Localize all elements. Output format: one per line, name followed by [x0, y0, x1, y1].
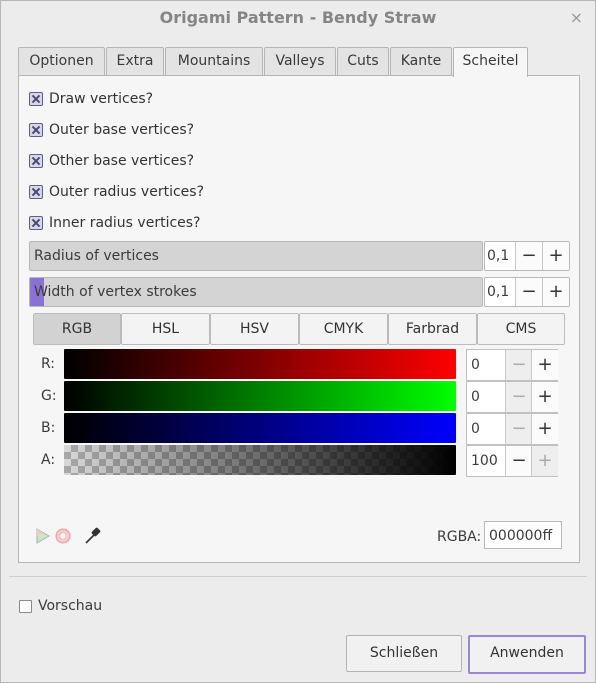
- tab-extra[interactable]: Extra: [106, 47, 164, 75]
- minus-icon[interactable]: −: [505, 414, 532, 444]
- minus-icon[interactable]: −: [505, 350, 532, 380]
- spinbox-value[interactable]: 0: [471, 414, 480, 444]
- plus-icon[interactable]: +: [542, 242, 569, 270]
- alpha-channel-spinbox[interactable]: 100 − +: [466, 445, 558, 477]
- radius-of-vertices-slider[interactable]: Radius of vertices: [29, 241, 483, 271]
- plus-icon[interactable]: +: [531, 446, 558, 476]
- green-channel-slider[interactable]: [64, 381, 456, 411]
- color-tools: [35, 526, 125, 554]
- window-title: Origami Pattern - Bendy Straw: [159, 8, 437, 27]
- mode-tab-cms[interactable]: CMS: [477, 313, 565, 345]
- red-channel-slider[interactable]: [64, 349, 456, 379]
- red-channel-spinbox[interactable]: 0 − +: [466, 349, 558, 381]
- plus-icon[interactable]: +: [531, 350, 558, 380]
- spinbox-value[interactable]: 0: [471, 350, 480, 380]
- checkbox-label: Draw vertices?: [49, 91, 154, 107]
- minus-icon[interactable]: −: [505, 446, 532, 476]
- plus-icon[interactable]: +: [531, 414, 558, 444]
- tab-optionen[interactable]: Optionen: [18, 47, 105, 75]
- checkbox-label: Outer base vertices?: [49, 122, 195, 138]
- width-of-vertex-strokes-slider[interactable]: Width of vertex strokes: [29, 277, 483, 307]
- mode-tab-hsl[interactable]: HSL: [121, 313, 210, 345]
- checkbox-unchecked-icon[interactable]: [19, 600, 32, 613]
- tab-valleys[interactable]: Valleys: [264, 47, 336, 75]
- tab-scheitel[interactable]: Scheitel: [453, 47, 528, 77]
- tab-page-scheitel: Draw vertices? Outer base vertices? Othe…: [18, 75, 580, 563]
- separator: [9, 576, 587, 577]
- plus-icon[interactable]: +: [531, 382, 558, 412]
- apply-button[interactable]: Anwenden: [468, 635, 586, 674]
- slider-label: Width of vertex strokes: [34, 284, 197, 300]
- rgba-label: RGBA:: [437, 529, 482, 545]
- slider-label: Radius of vertices: [34, 248, 159, 264]
- checkbox-checked-icon[interactable]: [29, 92, 43, 106]
- out-of-gamut-icon: [55, 528, 71, 544]
- color-tools-icons: [36, 527, 101, 544]
- minus-icon[interactable]: −: [515, 242, 542, 270]
- checkbox-checked-icon[interactable]: [29, 154, 43, 168]
- spinbox-value[interactable]: 0: [471, 382, 480, 412]
- checkbox-label: Inner radius vertices?: [49, 215, 201, 231]
- checkbox-checked-icon[interactable]: [29, 185, 43, 199]
- preview-label: Vorschau: [38, 598, 103, 614]
- green-channel-spinbox[interactable]: 0 − +: [466, 381, 558, 413]
- tab-kante[interactable]: Kante: [390, 47, 452, 75]
- blue-channel-slider[interactable]: [64, 413, 456, 443]
- mode-tab-farbrad[interactable]: Farbrad: [388, 313, 477, 345]
- close-button[interactable]: Schließen: [346, 635, 462, 672]
- spinbox-value[interactable]: 0,1: [487, 278, 509, 306]
- tab-mountains[interactable]: Mountains: [165, 47, 263, 75]
- tab-cuts[interactable]: Cuts: [337, 47, 389, 75]
- checkbox-checked-icon[interactable]: [29, 216, 43, 230]
- checkbox-checked-icon[interactable]: [29, 123, 43, 137]
- radius-of-vertices-spinbox[interactable]: 0,1 − +: [484, 241, 570, 271]
- mode-tab-cmyk[interactable]: CMYK: [299, 313, 388, 345]
- alpha-channel-slider[interactable]: [64, 445, 456, 475]
- mode-tab-hsv[interactable]: HSV: [210, 313, 299, 345]
- close-icon[interactable]: ×: [570, 1, 583, 35]
- blue-channel-spinbox[interactable]: 0 − +: [466, 413, 558, 445]
- plus-icon[interactable]: +: [542, 278, 569, 306]
- color-managed-icon: [36, 528, 50, 544]
- checkbox-label: Outer radius vertices?: [49, 184, 204, 200]
- minus-icon[interactable]: −: [505, 382, 532, 412]
- checkbox-label: Other base vertices?: [49, 153, 195, 169]
- color-picker-icon[interactable]: [85, 527, 101, 544]
- width-of-vertex-strokes-spinbox[interactable]: 0,1 − +: [484, 277, 570, 307]
- dialog-window: Origami Pattern - Bendy Straw × Optionen…: [0, 0, 596, 683]
- mode-tab-rgb[interactable]: RGB: [33, 313, 121, 345]
- minus-icon[interactable]: −: [515, 278, 542, 306]
- rgba-input[interactable]: 000000ff: [484, 521, 562, 549]
- spinbox-value[interactable]: 0,1: [487, 242, 509, 270]
- spinbox-value[interactable]: 100: [471, 446, 498, 476]
